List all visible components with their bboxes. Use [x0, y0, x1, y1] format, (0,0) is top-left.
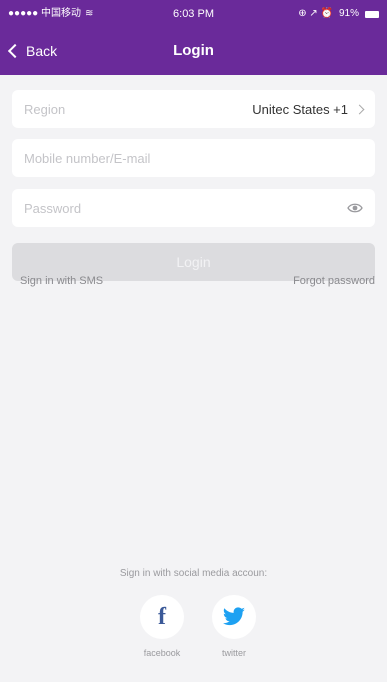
mobile-placeholder: Mobile number/E-mail — [24, 150, 151, 166]
page-title: Login — [173, 42, 214, 59]
facebook-label: facebook — [143, 648, 181, 658]
app-header: ●●●●● 中国移动 ≋ 6:03 PM ⊕ ↗ ⏰ 91% Back Logi… — [0, 0, 387, 75]
social-caption: Sign in with social media accoun: — [119, 568, 268, 579]
password-placeholder: Password — [24, 200, 82, 216]
chevron-right-icon — [354, 104, 365, 114]
region-selector[interactable]: Region Unitec States +1 — [12, 90, 375, 128]
status-bar: ●●●●● 中国移动 ≋ 6:03 PM ⊕ ↗ ⏰ 91% — [0, 0, 387, 28]
facebook-icon: f — [158, 604, 166, 630]
status-icons: ⊕ ↗ ⏰ — [298, 8, 333, 19]
mobile-email-field[interactable]: Mobile number/E-mail — [12, 139, 375, 177]
battery-icon — [365, 10, 379, 18]
sign-in-sms-link[interactable]: Sign in with SMS — [20, 275, 103, 287]
region-label: Region — [24, 101, 66, 117]
battery-percent: 91% — [338, 8, 359, 19]
eye-icon[interactable] — [347, 200, 363, 216]
forgot-password-link[interactable]: Forgot password — [293, 275, 375, 287]
region-value: Unitec States +1 — [252, 101, 348, 117]
twitter-button[interactable] — [212, 595, 256, 639]
password-field[interactable]: Password — [12, 189, 375, 227]
nav-bar: Back Login — [0, 28, 387, 75]
twitter-icon — [222, 607, 245, 626]
facebook-button[interactable]: f — [140, 595, 184, 639]
twitter-label: twitter — [221, 648, 246, 658]
status-right: ⊕ ↗ ⏰ 91% — [298, 0, 379, 28]
